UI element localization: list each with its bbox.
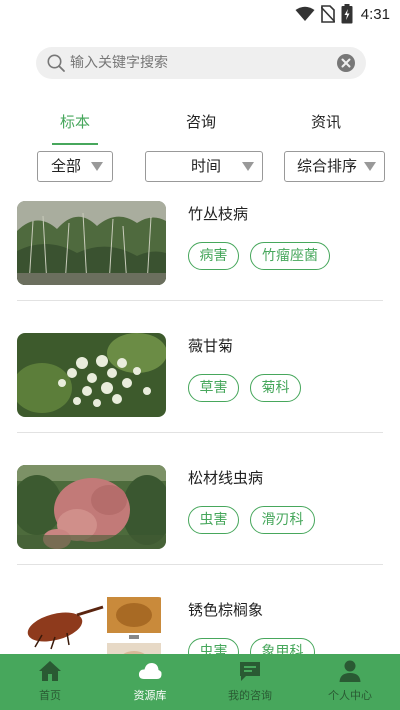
specimen-thumbnail (17, 465, 166, 549)
item-tag: 菊科 (250, 374, 301, 402)
status-bar: 4:31 (0, 0, 400, 28)
bottom-nav: 首页 资源库 我的咨询 个人中心 (0, 654, 400, 710)
clear-search-icon[interactable] (336, 53, 356, 73)
list-item[interactable]: 锈色棕榈象 虫害 象甲科 (0, 584, 400, 654)
item-tag: 草害 (188, 374, 239, 402)
nav-label: 资源库 (133, 689, 167, 702)
item-tag: 竹瘤座菌 (250, 242, 330, 270)
specimen-thumbnail (17, 201, 166, 285)
search-box[interactable] (36, 47, 366, 79)
no-sim-icon (320, 5, 335, 23)
item-tag: 虫害 (188, 638, 239, 654)
nav-label: 个人中心 (328, 689, 372, 702)
nav-item-my-consult[interactable]: 我的咨询 (200, 654, 300, 710)
nav-label: 首页 (39, 689, 61, 702)
filter-label: 时间 (191, 157, 222, 175)
tab-label: 咨询 (185, 113, 216, 131)
item-title: 薇甘菊 (188, 337, 234, 355)
filter-category-dropdown[interactable]: 全部 (37, 151, 113, 182)
status-icons: 4:31 (295, 4, 390, 24)
list-item[interactable]: 松材线虫病 虫害 滑刃科 (0, 452, 400, 584)
filter-label: 全部 (51, 157, 82, 175)
chat-icon (240, 662, 260, 681)
divider (17, 300, 383, 301)
item-title: 竹丛枝病 (188, 205, 249, 223)
item-tag: 象甲科 (250, 638, 315, 654)
tab-specimen[interactable]: 标本 (35, 108, 115, 148)
filter-label: 综合排序 (297, 157, 358, 175)
person-icon (339, 660, 361, 682)
tab-active-indicator (52, 143, 98, 145)
home-icon (39, 661, 61, 681)
filter-sort-dropdown[interactable]: 综合排序 (284, 151, 385, 182)
nav-item-profile[interactable]: 个人中心 (300, 654, 400, 710)
search-input[interactable] (70, 47, 330, 79)
specimen-list: 竹丛枝病 病害 竹瘤座菌 薇甘菊 草害 菊科 松材线虫病 虫害 滑刃科 锈色棕榈… (0, 188, 400, 654)
list-item[interactable]: 薇甘菊 草害 菊科 (0, 320, 400, 452)
nav-item-home[interactable]: 首页 (0, 654, 100, 710)
item-tag: 虫害 (188, 506, 239, 534)
list-item[interactable]: 竹丛枝病 病害 竹瘤座菌 (0, 188, 400, 320)
filter-time-dropdown[interactable]: 时间 (145, 151, 263, 182)
item-title: 松材线虫病 (188, 469, 264, 487)
chevron-down-icon (242, 162, 254, 171)
nav-item-resources[interactable]: 资源库 (100, 654, 200, 710)
item-tag: 滑刃科 (250, 506, 315, 534)
chevron-down-icon (91, 162, 103, 171)
chevron-down-icon (364, 162, 376, 171)
tab-label: 资讯 (310, 113, 341, 131)
tab-label: 标本 (59, 113, 90, 131)
divider (17, 564, 383, 565)
divider (17, 432, 383, 433)
nav-label: 我的咨询 (228, 689, 272, 702)
specimen-thumbnail (17, 597, 166, 654)
tab-bar: 标本 咨询 资讯 (0, 108, 400, 148)
battery-charging-icon (341, 4, 353, 24)
tab-news[interactable]: 资讯 (286, 108, 366, 148)
status-time: 4:31 (360, 5, 390, 23)
tab-consult[interactable]: 咨询 (161, 108, 241, 148)
cloud-icon (138, 663, 162, 679)
item-title: 锈色棕榈象 (188, 601, 264, 619)
search-icon (47, 54, 65, 72)
specimen-thumbnail (17, 333, 166, 417)
wifi-icon (295, 6, 315, 21)
item-tag: 病害 (188, 242, 239, 270)
